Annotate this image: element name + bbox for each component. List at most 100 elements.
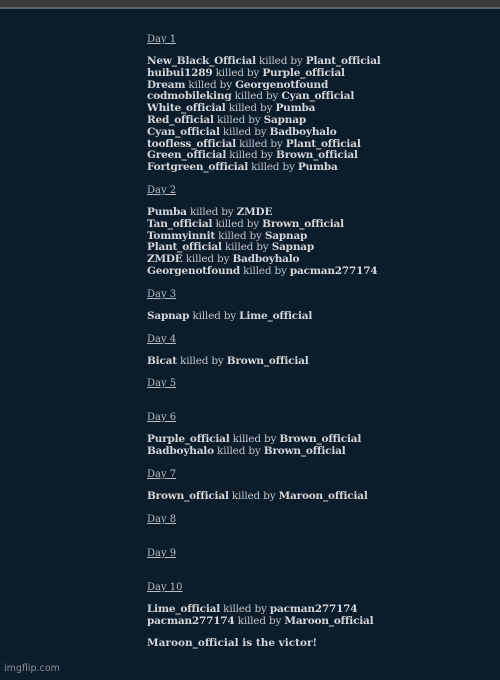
day-block: Day 2 Pumba killed by ZMDE Tan_official ki… [147, 185, 467, 278]
killer-name: Maroon_official [278, 489, 368, 502]
victor-announcement: Maroon_official is the victor! [147, 637, 318, 650]
killer-name: Plant_official [305, 55, 381, 67]
kill-verb: killed by [231, 489, 276, 502]
kill-event: Sapnap killed by Lime_official [147, 309, 467, 323]
day-heading[interactable]: Day 1 [147, 34, 467, 46]
victim-name: Purple_official [147, 433, 230, 446]
victim-name: Plant_official [147, 241, 222, 254]
day-heading[interactable]: Day 4 [147, 334, 467, 346]
victim-name: White_official [147, 102, 226, 115]
day-block: Day 4 Bicat killed by Brown_official [147, 334, 467, 368]
event-list: New_Black_Official killed by Plant_offic… [147, 55, 467, 174]
killer-name: ZMDE [236, 205, 273, 218]
victim-name: toofless_official [147, 137, 236, 150]
day-block: Day 5 [147, 378, 467, 390]
kill-event: Bicat killed by Brown_official [147, 354, 467, 368]
victim-name: Brown_official [147, 489, 229, 502]
kill-verb: killed by [232, 433, 277, 446]
day-heading[interactable]: Day 10 [147, 582, 467, 594]
victim-name: New_Black_Official [147, 55, 256, 67]
victim-name: Dream [147, 78, 186, 91]
day-block: Day 10 Lime_official killed by pacman2771… [147, 582, 467, 628]
event-list: Lime_official killed by pacman277174 pacm… [147, 602, 467, 628]
kill-verb: killed by [215, 217, 260, 230]
killer-name: Cyan_official [281, 90, 355, 103]
kill-verb: killed by [259, 55, 303, 67]
victim-name: Lime_official [147, 602, 221, 615]
victim-name: Red_official [147, 113, 214, 126]
day-block: Day 7 Brown_official killed by Maroon_off… [147, 469, 467, 503]
day-heading[interactable]: Day 7 [147, 469, 467, 481]
day-heading[interactable]: Day 5 [147, 378, 467, 390]
killer-name: Badboyhalo [269, 125, 337, 138]
kill-verb: killed by [222, 125, 267, 138]
kill-verb: killed by [234, 90, 279, 103]
killer-name: pacman277174 [269, 602, 358, 615]
killer-name: Sapnap [264, 229, 308, 242]
kill-verb: killed by [215, 66, 260, 79]
days-list: Day 1 New_Black_Official killed by Plant_… [147, 34, 467, 627]
kill-verb: killed by [224, 241, 269, 254]
killer-name: Sapnap [271, 241, 315, 254]
kill-verb: killed by [188, 78, 232, 91]
kill-verb: killed by [243, 264, 287, 277]
killer-name: Pumba [275, 102, 316, 115]
killer-name: Lime_official [239, 309, 313, 322]
kill-verb: killed by [229, 149, 273, 162]
victim-name: Pumba [147, 205, 187, 218]
day-block: Day 6 Purple_official killed by Brown_off… [147, 412, 467, 458]
kill-verb: killed by [217, 445, 261, 458]
killer-name: Maroon_official [284, 614, 374, 627]
killer-name: Brown_official [263, 445, 346, 458]
killer-name: Georgenotfound [235, 78, 329, 91]
victim-name: Tommyinnit [147, 229, 216, 242]
day-heading[interactable]: Day 2 [147, 185, 467, 197]
top-bar [0, 0, 500, 9]
victim-name: Green_official [147, 149, 227, 162]
kill-verb: killed by [237, 614, 282, 627]
victim-name: Sapnap [147, 309, 190, 322]
victim-name: Bicat [147, 354, 177, 367]
kill-event: Fortgreen_official killed by Pumba [147, 161, 467, 174]
victim-name: Georgenotfound [147, 264, 241, 277]
kill-verb: killed by [180, 354, 224, 367]
kill-verb: killed by [223, 602, 267, 615]
kill-event: pacman277174 killed by Maroon_official [147, 614, 467, 628]
event-list: Sapnap killed by Lime_official [147, 309, 467, 323]
day-heading[interactable]: Day 9 [147, 548, 467, 560]
event-list: Pumba killed by ZMDE Tan_official killed … [147, 205, 467, 278]
day-heading[interactable]: Day 8 [147, 514, 467, 526]
killer-name: Brown_official [276, 149, 358, 162]
killer-name: Badboyhalo [232, 253, 300, 266]
killer-name: Sapnap [263, 113, 307, 126]
kill-verb: killed by [185, 253, 230, 266]
killer-name: Pumba [297, 161, 338, 174]
victim-name: Fortgreen_official [147, 161, 248, 174]
kill-verb: killed by [239, 137, 283, 150]
kill-event: Georgenotfound killed by pacman277174 [147, 264, 467, 278]
event-list: Bicat killed by Brown_official [147, 354, 467, 368]
victim-name: Badboyhalo [147, 445, 214, 458]
day-block: Day 3 Sapnap killed by Lime_official [147, 289, 467, 323]
imgflip-watermark: imgflip.com [4, 663, 60, 674]
victim-name: ZMDE [147, 253, 183, 266]
victim-name: Cyan_official [147, 125, 220, 138]
victim-name: codmobileking [147, 90, 232, 103]
killer-name: Purple_official [262, 66, 345, 79]
killer-name: Brown_official [226, 354, 309, 367]
victim-name: huibui1289 [147, 66, 213, 79]
kill-verb: killed by [218, 229, 262, 242]
kill-verb: killed by [216, 113, 261, 126]
kill-verb: killed by [251, 161, 295, 174]
event-list: Purple_official killed by Brown_official… [147, 433, 467, 458]
day-heading[interactable]: Day 6 [147, 412, 467, 424]
kill-verb: killed by [189, 205, 234, 218]
killer-name: Brown_official [279, 433, 362, 446]
day-heading[interactable]: Day 3 [147, 289, 467, 301]
event-list: Brown_official killed by Maroon_official [147, 489, 467, 503]
victim-name: Tan_official [147, 217, 213, 230]
kill-verb: killed by [192, 309, 237, 322]
killer-name: pacman277174 [289, 264, 378, 277]
day-block: Day 1 New_Black_Official killed by Plant_… [147, 34, 467, 174]
day-block: Day 9 [147, 548, 467, 560]
